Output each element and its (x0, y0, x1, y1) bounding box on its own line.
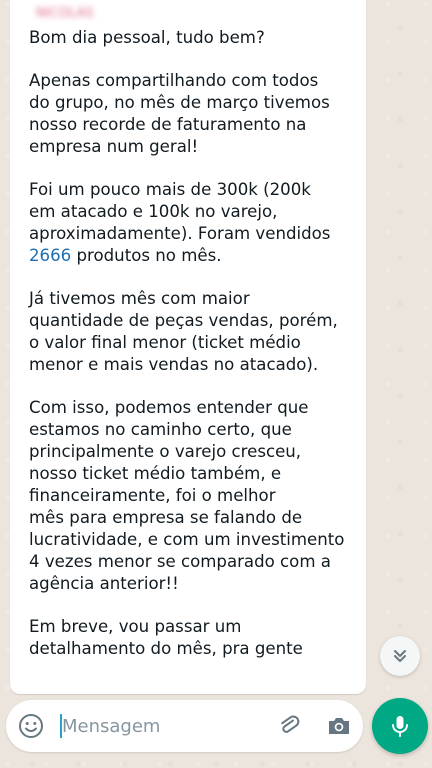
message-text: Bom dia pessoal, tudo bem? Apenas compar… (29, 27, 366, 660)
message-line: principalmente o varejo cresceu, (29, 442, 302, 461)
microphone-icon (392, 716, 408, 737)
message-line: Com isso, podemos entender que (29, 398, 309, 417)
message-line: aproximadamente). Foram vendidos (29, 224, 331, 243)
message-line: lucratividade, e com um investimento (29, 530, 345, 549)
message-line: empresa num geral! (29, 137, 199, 156)
message-line: o valor final menor (ticket médio (29, 333, 301, 352)
message-line: Foi um pouco mais de 300k (200k (29, 180, 311, 199)
message-line: quantidade de peças vendas, porém, (29, 311, 338, 330)
message-line: Apenas compartilhando com todos (29, 71, 319, 90)
message-line: 4 vezes menor se comparado com a (29, 552, 331, 571)
message-line: nosso ticket médio também, e (29, 464, 282, 483)
message-line: 2666 produtos no mês. (29, 245, 366, 267)
message-line: do grupo, no mês de março tivemos (29, 93, 330, 112)
message-line: financeiramente, foi o melhor (29, 486, 276, 505)
voice-message-button[interactable] (372, 698, 428, 754)
message-line: agência anterior!! (29, 574, 179, 593)
message-line: mês para empresa se falando de (29, 508, 303, 527)
message-line: nosso recorde de faturamento na (29, 115, 307, 134)
message-line: em atacado e 100k no varejo, (29, 202, 278, 221)
message-composer (6, 700, 363, 752)
message-text-fragment: produtos no mês. (71, 246, 222, 265)
message-line: menor e mais vendas no atacado). (29, 355, 319, 374)
message-input[interactable] (62, 712, 262, 740)
camera-icon[interactable] (326, 713, 352, 739)
scroll-to-bottom-button[interactable] (380, 636, 420, 676)
sender-name: NICOLAS (36, 6, 94, 21)
message-line: Já tivemos mês com maior (29, 289, 250, 308)
phone-number-link[interactable]: 2666 (29, 246, 71, 265)
message-line: Em breve, vou passar um (29, 617, 242, 636)
paperclip-icon[interactable] (276, 713, 302, 739)
message-line: Bom dia pessoal, tudo bem? (29, 28, 265, 47)
emoji-icon[interactable] (18, 713, 44, 739)
message-line: estamos no caminho certo, que (29, 420, 292, 439)
message-line: detalhamento do mês, pra gente (29, 639, 303, 658)
message-bubble[interactable]: NICOLAS Bom dia pessoal, tudo bem? Apena… (10, 0, 366, 694)
double-chevron-down-icon (394, 650, 406, 662)
